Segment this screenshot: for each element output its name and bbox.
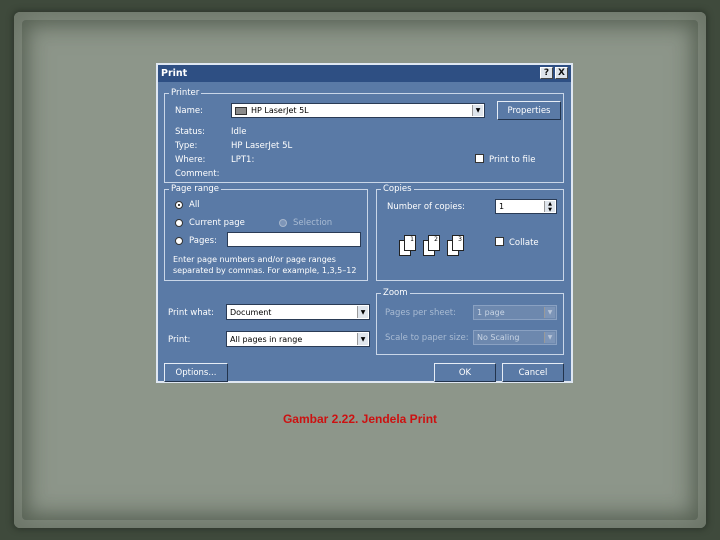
- options-button[interactable]: Options...: [164, 363, 228, 382]
- chevron-down-icon[interactable]: ▼: [357, 333, 368, 345]
- chevron-down-icon[interactable]: ▼: [357, 306, 368, 318]
- printer-group: Printer Name: HP LaserJet 5L ▼ Propertie…: [164, 88, 564, 183]
- pages-label: Pages:: [189, 236, 217, 246]
- collate-page-icon: 2: [428, 235, 440, 251]
- printer-type-label: Type:: [175, 141, 198, 151]
- printer-group-title: Printer: [169, 88, 202, 98]
- collate-label: Collate: [509, 238, 539, 248]
- printer-name-label: Name:: [175, 106, 203, 116]
- help-button[interactable]: ?: [540, 67, 553, 79]
- pages-radio[interactable]: [175, 237, 183, 245]
- dialog-title: Print: [161, 68, 188, 79]
- chevron-down-icon[interactable]: ▼: [544, 307, 555, 318]
- printer-type-value: HP LaserJet 5L: [231, 141, 293, 151]
- selection-radio[interactable]: [279, 219, 287, 227]
- scale-value: No Scaling: [477, 333, 520, 342]
- page-range-group-title: Page range: [169, 184, 221, 194]
- scale-label: Scale to paper size:: [385, 333, 469, 343]
- printer-name-value: HP LaserJet 5L: [251, 106, 309, 115]
- printer-status-value: Idle: [231, 127, 247, 137]
- scale-select[interactable]: No Scaling ▼: [473, 330, 557, 345]
- cancel-button[interactable]: Cancel: [502, 363, 564, 382]
- printer-comment-label: Comment:: [175, 169, 220, 179]
- printer-where-value: LPT1:: [231, 155, 255, 165]
- ok-button[interactable]: OK: [434, 363, 496, 382]
- printer-icon: [235, 106, 247, 115]
- printer-name-select[interactable]: HP LaserJet 5L ▼: [231, 103, 485, 118]
- print-what-label: Print what:: [168, 308, 214, 318]
- close-button[interactable]: X: [555, 67, 568, 79]
- copies-spinner[interactable]: 1 ▲ ▼: [495, 199, 557, 214]
- print-dialog: Print ? X Printer Name: HP LaserJet 5L ▼…: [156, 63, 573, 383]
- number-of-copies-label: Number of copies:: [387, 202, 465, 212]
- chevron-down-icon[interactable]: ▼: [544, 332, 555, 343]
- collate-page-icon: 3: [452, 235, 464, 251]
- figure-caption: Gambar 2.22. Jendela Print: [282, 412, 438, 426]
- pages-per-sheet-select[interactable]: 1 page ▼: [473, 305, 557, 320]
- selection-label: Selection: [293, 218, 333, 228]
- chevron-down-icon[interactable]: ▼: [472, 105, 483, 116]
- print-value: All pages in range: [230, 334, 303, 344]
- copies-group: Copies Number of copies: 1 ▲ ▼ 1 2 3 Coll…: [376, 184, 564, 281]
- print-what-value: Document: [230, 307, 272, 317]
- dialog-titlebar: Print ? X: [158, 65, 571, 82]
- all-pages-radio[interactable]: [175, 201, 183, 209]
- pages-per-sheet-value: 1 page: [477, 308, 505, 317]
- zoom-group: Zoom Pages per sheet: 1 page ▼ Scale to …: [376, 288, 564, 355]
- collate-checkbox[interactable]: [495, 237, 504, 246]
- pages-input[interactable]: [227, 232, 361, 247]
- spinner-arrows-icon[interactable]: ▲ ▼: [544, 201, 555, 213]
- print-label: Print:: [168, 335, 191, 345]
- print-to-file-checkbox[interactable]: [475, 154, 484, 163]
- print-what-select[interactable]: Document ▼: [226, 304, 370, 320]
- zoom-group-title: Zoom: [381, 288, 410, 298]
- print-select[interactable]: All pages in range ▼: [226, 331, 370, 347]
- copies-value: 1: [499, 202, 505, 211]
- properties-button[interactable]: Properties: [497, 101, 561, 120]
- page-range-group: Page range All Current page Selection Pa…: [164, 184, 368, 281]
- page-range-help-text: Enter page numbers and/or page ranges se…: [173, 255, 357, 275]
- printer-where-label: Where:: [175, 155, 206, 165]
- collate-page-icon: 1: [404, 235, 416, 251]
- current-page-label: Current page: [189, 218, 245, 228]
- copies-group-title: Copies: [381, 184, 414, 194]
- pages-per-sheet-label: Pages per sheet:: [385, 308, 457, 318]
- current-page-radio[interactable]: [175, 219, 183, 227]
- print-to-file-label: Print to file: [489, 155, 536, 165]
- printer-status-label: Status:: [175, 127, 205, 137]
- all-pages-label: All: [189, 200, 200, 210]
